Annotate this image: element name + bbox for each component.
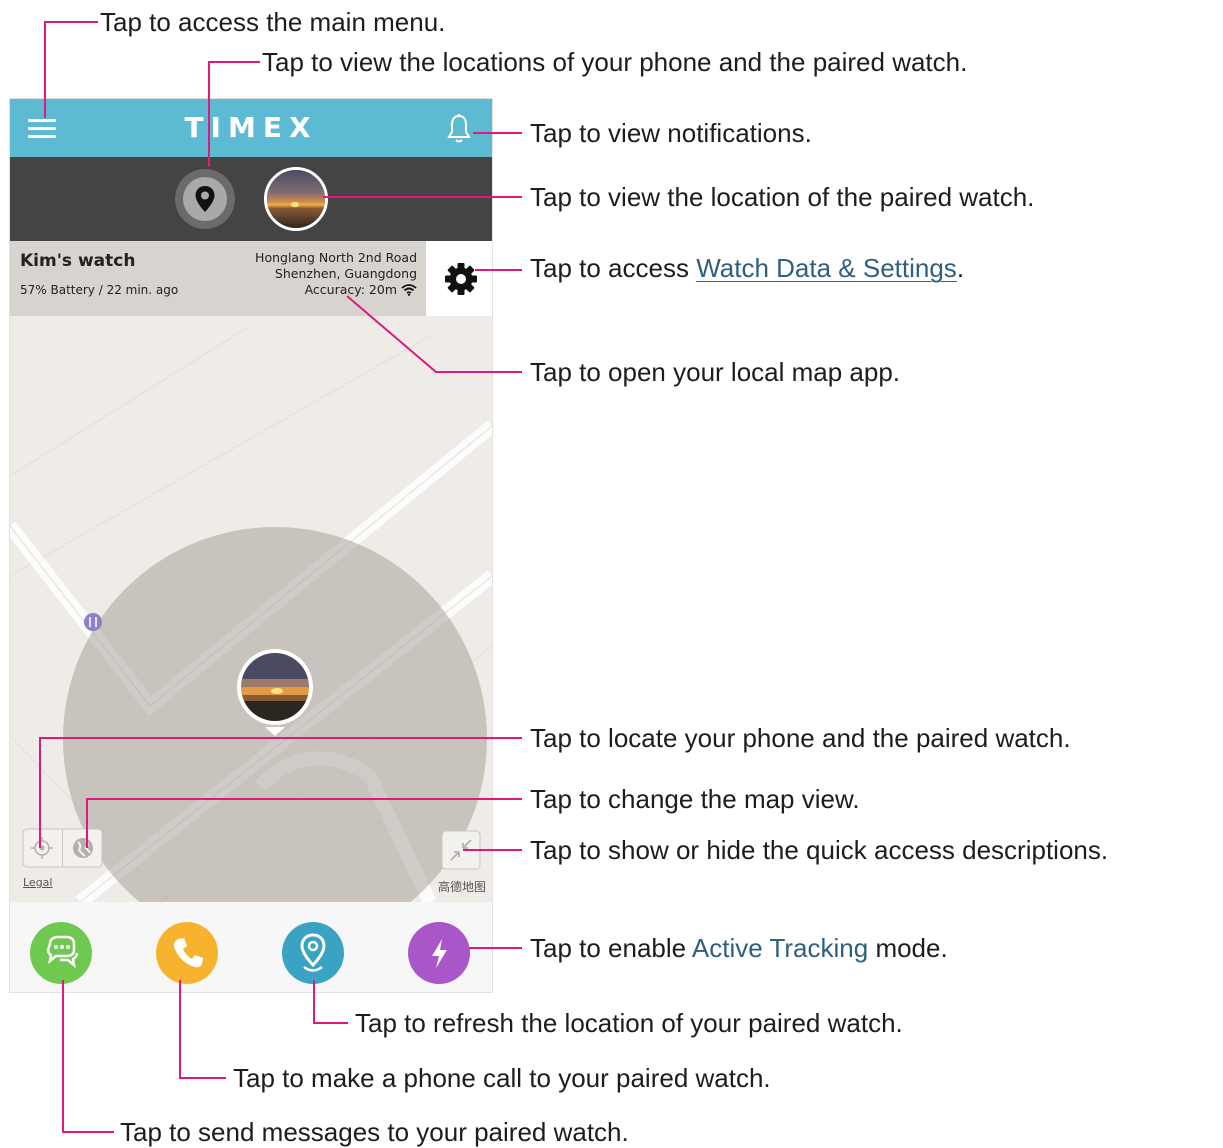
annotation-active-prefix: Tap to enable [530,933,692,963]
leader-locate [39,737,522,848]
annotation-refresh: Tap to refresh the location of your pair… [355,1008,903,1038]
annotation-notifications: Tap to view notifications. [530,118,812,148]
annotation-view-locations: Tap to view the locations of your phone … [262,47,968,77]
annotation-main-menu: Tap to access the main menu. [100,7,446,37]
leader-refresh [313,980,348,1024]
annotation-active-tracking: Tap to enable Active Tracking mode. [530,933,948,963]
annotation-locate: Tap to locate your phone and the paired … [530,723,1071,753]
annotation-watch-location: Tap to view the location of the paired w… [530,182,1035,212]
watch-data-settings-link[interactable]: Watch Data & Settings [696,253,957,283]
annotation-call: Tap to make a phone call to your paired … [233,1063,771,1093]
annotation-active-suffix: mode. [868,933,948,963]
annotation-map-view: Tap to change the map view. [530,784,860,814]
active-tracking-link[interactable]: Active Tracking [692,933,868,963]
annotation-settings-prefix: Tap to access [530,253,697,283]
annotation-quick-access: Tap to show or hide the quick access des… [530,835,1109,865]
leader-map-view [86,798,522,848]
annotation-messages: Tap to send messages to your paired watc… [120,1117,629,1147]
annotation-settings-suffix: . [956,253,965,283]
annotation-settings: Tap to access Watch Data & Settings. [530,253,964,283]
leader-call [179,980,226,1079]
leader-messages [62,980,114,1133]
leader-main-menu [44,21,98,118]
annotation-map-app: Tap to open your local map app. [530,357,901,387]
leader-view-locations [208,61,260,167]
annotation-leader-lines [39,21,522,1133]
leader-map-app [346,295,522,373]
